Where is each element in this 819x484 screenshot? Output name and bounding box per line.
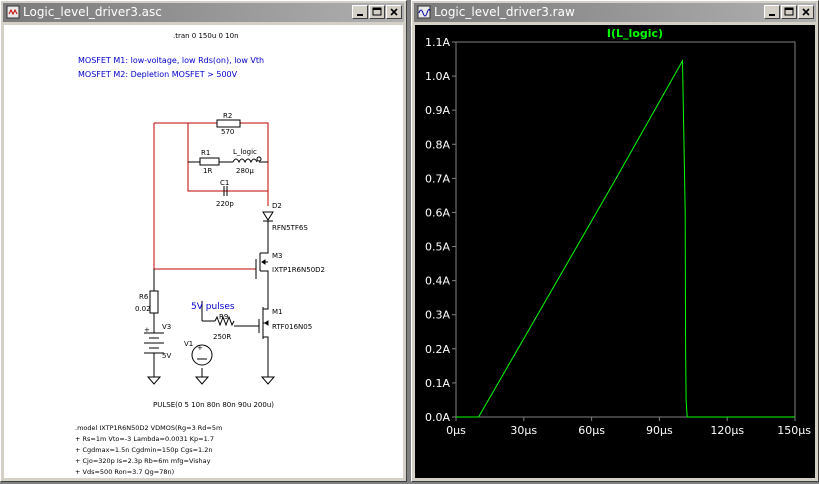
waveform-window-title: Logic_level_driver3.raw bbox=[434, 5, 575, 19]
y-tick-label: 0.9A bbox=[425, 104, 450, 117]
schematic-maximize-button[interactable] bbox=[369, 5, 385, 19]
schematic-window[interactable]: Logic_level_driver3.asc .tran 0 150u 0 1… bbox=[0, 0, 407, 482]
r6-name: R6 bbox=[139, 293, 149, 301]
d2-name: D2 bbox=[272, 202, 282, 210]
schematic-doc-icon bbox=[6, 5, 20, 19]
r9-value: 250R bbox=[213, 333, 231, 341]
x-tick-label: 120µs bbox=[710, 424, 744, 437]
resistor-r6[interactable] bbox=[149, 290, 159, 314]
y-tick-label: 0.0A bbox=[425, 411, 450, 424]
v1-name: V1 bbox=[184, 340, 193, 348]
r6-value: 0.02 bbox=[135, 305, 151, 313]
v3-value: 5V bbox=[162, 352, 171, 360]
schematic-titlebar[interactable]: Logic_level_driver3.asc bbox=[3, 3, 404, 22]
schematic-minimize-button[interactable] bbox=[352, 5, 368, 19]
waveform-close-button[interactable] bbox=[798, 5, 814, 19]
y-tick-label: 0.5A bbox=[425, 241, 450, 254]
v3-plus: + bbox=[144, 326, 150, 334]
model-line-4: + Cjo=320p Is=2.3p Rb=6m mfg=Vishay bbox=[75, 457, 211, 465]
trace-line-i-l-logic[interactable] bbox=[456, 58, 795, 418]
model-line-5: + Vds=500 Ron=3.7 Qg=78n) bbox=[75, 468, 174, 476]
m1-name: M1 bbox=[272, 308, 283, 316]
comment-mosfet-m2: MOSFET M2: Depletion MOSFET > 500V bbox=[78, 70, 238, 79]
resistor-r1[interactable] bbox=[199, 157, 220, 166]
x-axis[interactable]: 0µs 30µs 60µs 90µs 120µs 150µs bbox=[446, 417, 811, 437]
r9-name: R9 bbox=[219, 313, 228, 321]
d2-value: RFN5TF6S bbox=[272, 224, 308, 232]
r1-name: R1 bbox=[201, 149, 210, 157]
waveform-doc-icon bbox=[417, 5, 431, 19]
waveform-titlebar[interactable]: Logic_level_driver3.raw bbox=[414, 3, 816, 22]
y-tick-label: 0.8A bbox=[425, 138, 450, 151]
pulses-label: 5V pulses bbox=[191, 302, 235, 312]
m3-name: M3 bbox=[272, 252, 283, 260]
x-tick-label: 150µs bbox=[777, 424, 811, 437]
l-logic-value: 280µ bbox=[236, 167, 254, 175]
diode-d2[interactable] bbox=[262, 211, 274, 222]
schematic-close-button[interactable] bbox=[386, 5, 402, 19]
waveform-minimize-button[interactable] bbox=[764, 5, 780, 19]
y-tick-label: 0.3A bbox=[425, 309, 450, 322]
y-axis[interactable]: 0.0A 0.1A 0.2A 0.3A 0.4A 0.5A 0.6A 0.7A 0.8A 0.9A… bbox=[425, 36, 456, 424]
waveform-maximize-button[interactable] bbox=[781, 5, 797, 19]
r2-value: 570 bbox=[221, 128, 234, 136]
inductor-dot bbox=[256, 156, 262, 162]
inductor-l-logic[interactable] bbox=[232, 158, 258, 164]
model-line-2: + Rs=1m Vto=-3 Lambda=0.0031 Kp=1.7 bbox=[75, 435, 214, 443]
model-line-1: .model IXTP1R6N50D2 VDMOS(Rg=3 Rd=5m bbox=[75, 424, 222, 432]
plot-frame bbox=[455, 41, 796, 418]
x-tick-label: 0µs bbox=[446, 424, 466, 437]
x-tick-label: 90µs bbox=[646, 424, 673, 437]
mosfet-m3[interactable] bbox=[255, 237, 269, 279]
waveform-pane[interactable]: I(L_logic) 0.0A 0.1A 0.2A 0.3A 0.4A 0.5A 0.6A 0… bbox=[415, 25, 815, 478]
schematic-drawing: .tran 0 150u 0 10n MOSFET M1: low-voltag… bbox=[75, 32, 325, 476]
x-tick-label: 30µs bbox=[510, 424, 537, 437]
v3-name: V3 bbox=[162, 323, 171, 331]
schematic-canvas[interactable]: .tran 0 150u 0 10n MOSFET M1: low-voltag… bbox=[4, 25, 403, 478]
red-wire-net bbox=[153, 122, 269, 270]
m3-value: IXTP1R6N50D2 bbox=[272, 266, 325, 274]
waveform-chart[interactable]: I(L_logic) 0.0A0.1A0.2A0.3A0.4A0.5A0.6A0… bbox=[415, 25, 817, 480]
x-tick-label: 60µs bbox=[578, 424, 605, 437]
schematic-window-title: Logic_level_driver3.asc bbox=[23, 5, 162, 19]
y-tick-label: 0.4A bbox=[425, 275, 450, 288]
waveform-window[interactable]: Logic_level_driver3.raw I(L_logic) 0.0A 0… bbox=[411, 0, 819, 482]
source-v1[interactable]: + bbox=[191, 344, 213, 366]
y-tick-label: 0.6A bbox=[425, 206, 450, 219]
c1-name: C1 bbox=[220, 179, 229, 187]
trace-label-i-l-logic[interactable]: I(L_logic) bbox=[607, 27, 663, 40]
y-tick-label: 1.0A bbox=[425, 70, 450, 83]
y-tick-label: 1.1A bbox=[425, 36, 450, 49]
y-tick-label: 0.7A bbox=[425, 172, 450, 185]
resistor-r2[interactable] bbox=[216, 119, 241, 128]
m1-value: RTF016N05 bbox=[272, 323, 312, 331]
tran-directive[interactable]: .tran 0 150u 0 10n bbox=[173, 32, 239, 40]
l-logic-name: L_logic bbox=[233, 148, 257, 156]
v1-pulse-spec: PULSE(0 5 10n 80n 80n 90u 200u) bbox=[153, 401, 274, 409]
y-tick-label: 0.1A bbox=[425, 377, 450, 390]
mosfet-m1[interactable] bbox=[258, 299, 269, 346]
c1-value: 220p bbox=[216, 200, 234, 208]
r1-value: 1R bbox=[203, 167, 212, 175]
model-line-3: + Cgdmax=1.5n Cgdmin=150p Cgs=1.2n bbox=[75, 446, 212, 454]
comment-mosfet-m1: MOSFET M1: low-voltage, low Rds(on), low… bbox=[78, 56, 264, 65]
svg-text:+: + bbox=[197, 344, 203, 352]
y-tick-label: 0.2A bbox=[425, 343, 450, 356]
ground-symbols bbox=[146, 376, 276, 385]
r2-name: R2 bbox=[223, 112, 232, 120]
battery-v3[interactable] bbox=[144, 332, 164, 354]
